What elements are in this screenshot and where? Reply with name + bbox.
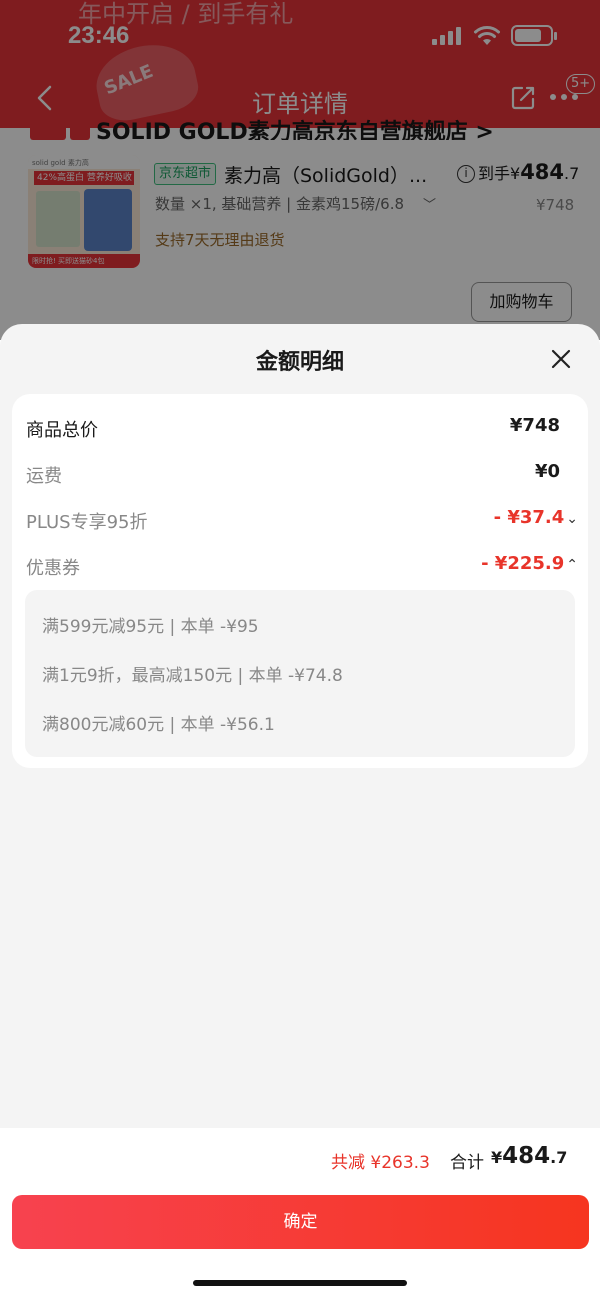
confirm-button[interactable]: 确定 — [12, 1195, 589, 1249]
plus-discount-label: PLUS专享95折 — [26, 512, 148, 533]
shipping-label: 运费 — [26, 466, 62, 487]
chevron-down-icon[interactable]: ⌄ — [566, 511, 578, 527]
coupon-item: 满1元9折，最高减150元 | 本单 -¥74.8 — [42, 666, 343, 686]
order-detail-page: 年中开启 / 到手有礼 SALE 23:46 订单详情 5+ SOLID GOL… — [0, 0, 600, 340]
modal-backdrop[interactable] — [0, 0, 600, 340]
sheet-title: 金额明细 — [255, 350, 344, 375]
shipping-value: ¥0 — [534, 461, 560, 482]
close-icon[interactable] — [548, 346, 574, 372]
coupon-amount: - ¥225.9 — [481, 553, 565, 574]
chevron-up-icon[interactable]: ⌃ — [566, 557, 578, 573]
summary-bar: 共减 ¥263.3 合计 ¥484.7 — [0, 1128, 600, 1188]
coupon-detail-list: 满599元减95元 | 本单 -¥95 满1元9折，最高减150元 | 本单 -… — [25, 590, 575, 757]
coupon-item: 满800元减60元 | 本单 -¥56.1 — [42, 715, 275, 735]
row-shipping: 运费 ¥0 — [26, 460, 560, 490]
total-integer: 484 — [502, 1143, 551, 1169]
coupon-item: 满599元减95元 | 本单 -¥95 — [42, 617, 259, 637]
total-decimal: .7 — [550, 1148, 568, 1167]
total-currency: ¥ — [491, 1148, 503, 1167]
total-label: 合计 — [450, 1153, 484, 1173]
total-amount: ¥484.7 — [491, 1143, 567, 1169]
row-plus-discount[interactable]: PLUS专享95折 - ¥37.4 ⌄ — [26, 506, 578, 536]
goods-total-value: ¥748 — [509, 415, 560, 436]
total-savings: 共减 ¥263.3 — [331, 1153, 430, 1173]
price-breakdown-card: 商品总价 ¥748 运费 ¥0 PLUS专享95折 - ¥37.4 ⌄ 优惠券 -… — [12, 394, 588, 768]
plus-discount-amount: - ¥37.4 — [493, 507, 565, 528]
row-coupon[interactable]: 优惠券 - ¥225.9 ⌃ — [26, 552, 578, 582]
coupon-label: 优惠券 — [26, 558, 80, 579]
home-indicator[interactable] — [193, 1280, 407, 1286]
coupon-value[interactable]: - ¥225.9 ⌃ — [481, 553, 578, 574]
plus-discount-value[interactable]: - ¥37.4 ⌄ — [494, 507, 578, 528]
goods-total-label: 商品总价 — [26, 420, 98, 441]
row-goods-total: 商品总价 ¥748 — [26, 414, 560, 444]
